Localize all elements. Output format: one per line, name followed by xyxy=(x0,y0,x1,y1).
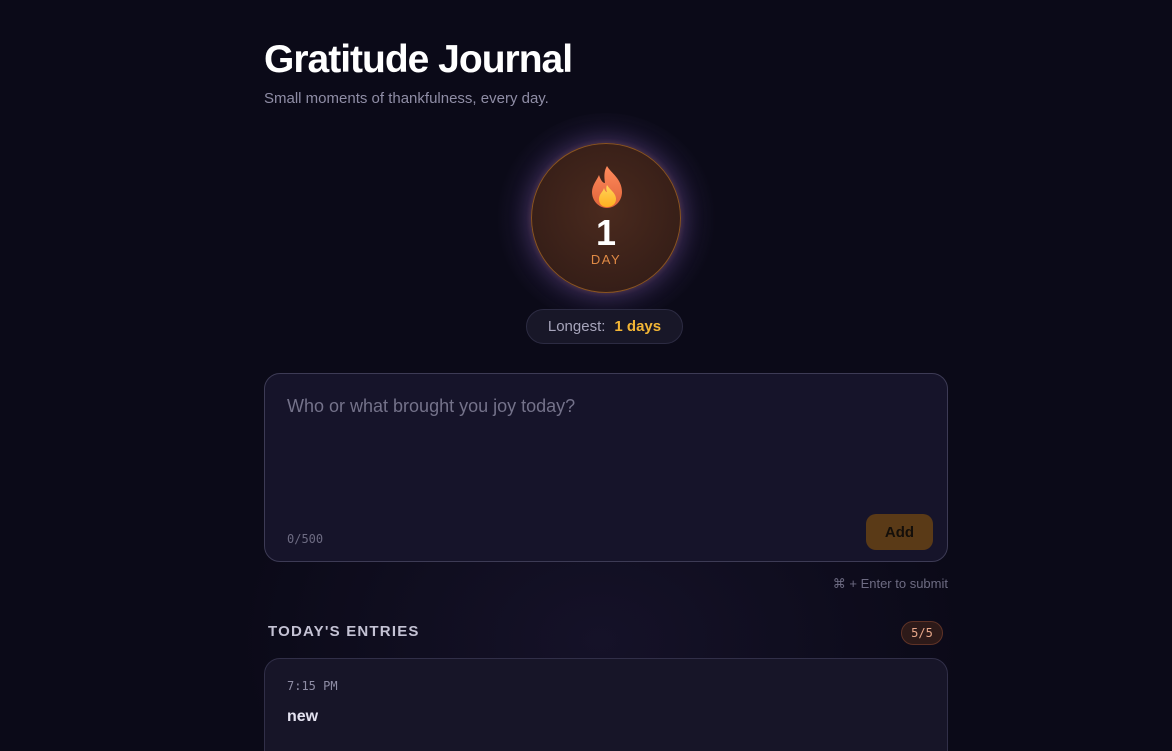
entry-text: new xyxy=(287,708,319,725)
entries-section-heading: TODAY'S ENTRIES xyxy=(268,623,420,640)
streak-count: 1 xyxy=(595,212,617,253)
page-subtitle: Small moments of thankfulness, every day… xyxy=(264,90,549,107)
entries-count-badge: 5/5 xyxy=(901,621,943,645)
streak-badge: 1 DAY xyxy=(531,143,681,293)
longest-streak-label: Longest: xyxy=(547,318,606,335)
longest-streak-pill: Longest: 1 days xyxy=(526,309,683,344)
list-item: 7:15 PM new xyxy=(264,658,948,751)
submit-shortcut-hint: ⌘ + Enter to submit xyxy=(832,576,948,591)
flame-icon xyxy=(592,166,622,208)
longest-streak-value: 1 days xyxy=(614,318,662,335)
gratitude-input[interactable] xyxy=(287,396,907,496)
entry-time: 7:15 PM xyxy=(287,679,338,693)
entry-composer: 0/500 Add xyxy=(264,373,948,562)
char-counter: 0/500 xyxy=(287,532,324,546)
add-entry-button[interactable]: Add xyxy=(866,514,933,550)
page-title: Gratitude Journal xyxy=(264,38,573,81)
streak-unit-label: DAY xyxy=(590,252,622,267)
